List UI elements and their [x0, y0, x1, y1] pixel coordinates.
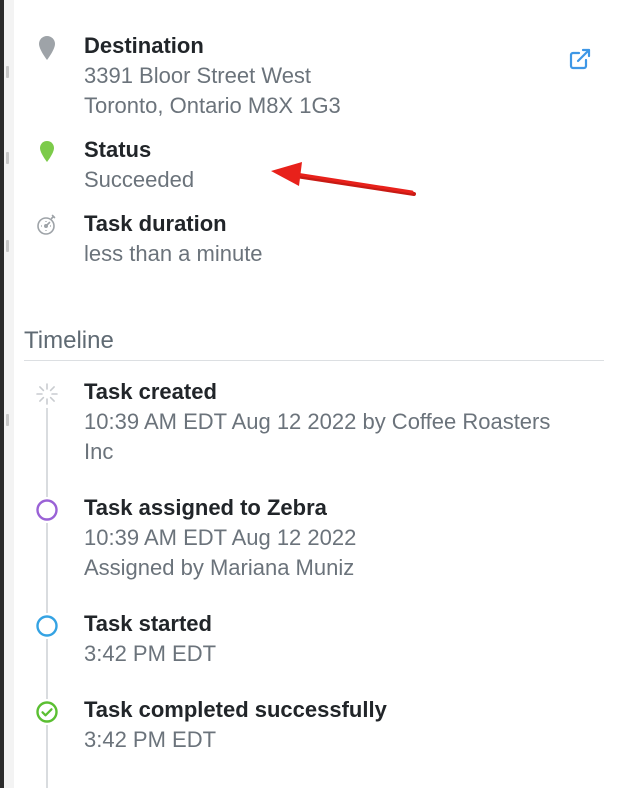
- check-circle-green-icon: [34, 699, 60, 725]
- destination-label: Destination: [84, 33, 204, 58]
- timeline-item-detail: 10:39 AM EDT Aug 12 2022 by Coffee Roast…: [84, 409, 551, 434]
- map-pin-green-icon: [34, 139, 60, 165]
- timeline-heading: Timeline: [24, 327, 114, 354]
- destination-address-line1: 3391 Bloor Street West: [84, 63, 312, 88]
- timeline-item-detail: Inc: [84, 439, 114, 464]
- timeline-item-title: Task assigned to Zebra: [84, 495, 327, 520]
- timeline-item: Task started 3:42 PM EDT: [34, 609, 609, 671]
- timeline-item: Task completed successfully 3:42 PM EDT: [34, 695, 609, 757]
- duration-value: less than a minute: [84, 241, 263, 266]
- destination-section: Destination 3391 Bloor Street West Toron…: [34, 31, 594, 123]
- map-pin-gray-icon: [34, 35, 60, 61]
- background-window-strip: [4, 0, 14, 788]
- circle-purple-icon: [34, 497, 60, 523]
- status-value: Succeeded: [84, 167, 195, 192]
- duration-label: Task duration: [84, 211, 227, 236]
- timeline-item: Task assigned to Zebra 10:39 AM EDT Aug …: [34, 493, 609, 585]
- destination-address-line2: Toronto, Ontario M8X 1G3: [84, 93, 341, 118]
- timeline-item-detail: Assigned by Mariana Muniz: [84, 555, 355, 580]
- stopwatch-icon: [34, 213, 60, 239]
- timeline-item-detail: 10:39 AM EDT Aug 12 2022: [84, 525, 357, 550]
- timeline-item-title: Task created: [84, 379, 217, 404]
- status-label: Status: [84, 137, 152, 162]
- timeline-item-title: Task completed successfully: [84, 697, 387, 722]
- spinner-icon: [34, 381, 60, 407]
- duration-section: Task duration less than a minute: [34, 209, 594, 271]
- status-section: Status Succeeded: [34, 135, 594, 197]
- timeline-item-title: Task started: [84, 611, 212, 636]
- circle-blue-icon: [34, 613, 60, 639]
- timeline-item: Task created 10:39 AM EDT Aug 12 2022 by…: [34, 377, 609, 469]
- timeline-item-detail: 3:42 PM EDT: [84, 727, 217, 752]
- timeline-item-detail: 3:42 PM EDT: [84, 641, 217, 666]
- timeline-divider: [24, 360, 604, 361]
- external-link-icon[interactable]: [567, 46, 593, 72]
